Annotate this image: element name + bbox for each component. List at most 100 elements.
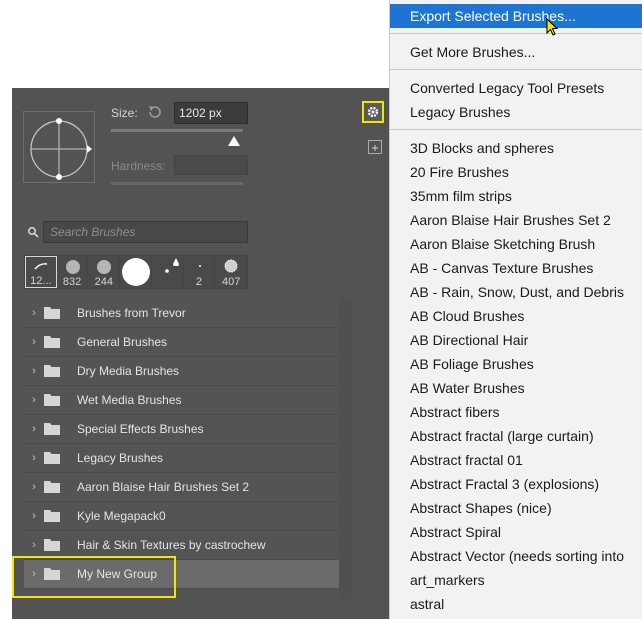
menu-item[interactable]: 20 Fire Brushes: [390, 160, 642, 184]
menu-item[interactable]: AB - Canvas Texture Brushes: [390, 256, 642, 280]
menu-item[interactable]: Abstract fibers: [390, 400, 642, 424]
reset-size-icon[interactable]: [146, 103, 164, 126]
menu-item[interactable]: AB Cloud Brushes: [390, 304, 642, 328]
brush-group-name: Wet Media Brushes: [77, 393, 182, 407]
preset-label: 2: [195, 276, 203, 288]
menu-item[interactable]: Converted Legacy Tool Presets: [390, 76, 642, 100]
folder-icon: [44, 509, 66, 523]
chevron-right-icon[interactable]: ›: [24, 394, 44, 406]
chevron-right-icon[interactable]: ›: [24, 452, 44, 464]
brush-group-row[interactable]: › General Brushes: [24, 328, 339, 357]
small-drop-icon: [172, 258, 179, 266]
brush-group-row[interactable]: › Legacy Brushes: [24, 444, 339, 473]
menu-separator: [390, 33, 642, 34]
folder-icon: [44, 364, 66, 378]
preset-brush-2[interactable]: 832: [57, 256, 89, 288]
menu-item[interactable]: Abstract fractal (large curtain): [390, 424, 642, 448]
hardness-slider-track[interactable]: [111, 182, 243, 185]
brush-group-name: Aaron Blaise Hair Brushes Set 2: [77, 480, 250, 494]
soft-round-brush-icon: [65, 260, 80, 274]
brush-stroke-icon: [34, 263, 48, 270]
menu-item[interactable]: Aaron Blaise Hair Brushes Set 2: [390, 208, 642, 232]
size-label: Size:: [111, 106, 138, 120]
folder-icon: [44, 393, 66, 407]
menu-separator: [390, 129, 642, 130]
menu-item[interactable]: Abstract Shapes (nice): [390, 496, 642, 520]
recent-brushes-row: 12... 832 244 2 407: [24, 255, 248, 289]
preset-brush-7[interactable]: 407: [215, 256, 247, 288]
menu-item[interactable]: astral: [390, 592, 642, 616]
brush-group-name: Special Effects Brushes: [77, 422, 204, 436]
menu-item[interactable]: art_markers: [390, 568, 642, 592]
folder-icon: [44, 422, 66, 436]
preset-label: 12...: [30, 275, 52, 287]
menu-item[interactable]: AB Directional Hair: [390, 328, 642, 352]
chevron-right-icon[interactable]: ›: [24, 481, 44, 493]
folder-icon: [44, 480, 66, 494]
size-input[interactable]: 1202 px: [174, 102, 248, 124]
folder-icon: [44, 451, 66, 465]
preset-brush-6[interactable]: 2: [184, 256, 216, 288]
menu-item[interactable]: Abstract Vector (needs sorting into: [390, 544, 642, 568]
chevron-right-icon[interactable]: ›: [24, 365, 44, 377]
brush-group-row[interactable]: › Kyle Megapack0: [24, 502, 339, 531]
brush-angle-preview[interactable]: [23, 111, 95, 183]
hardness-input[interactable]: [174, 155, 248, 175]
brush-group-name: Hair & Skin Textures by castrochew: [77, 538, 266, 552]
chevron-right-icon[interactable]: ›: [24, 423, 44, 435]
brush-group-row[interactable]: › Aaron Blaise Hair Brushes Set 2: [24, 473, 339, 502]
search-brushes-input[interactable]: Search Brushes: [43, 221, 248, 243]
preset-brush-1[interactable]: 12...: [25, 256, 57, 288]
menu-item[interactable]: AB - Rain, Snow, Dust, and Debris: [390, 280, 642, 304]
preset-label: 244: [94, 276, 113, 288]
folder-icon: [44, 306, 66, 320]
brush-preset-panel: Size: 1202 px Hardness: Search Brushes 1…: [12, 88, 389, 619]
mouse-cursor-icon: [546, 18, 559, 36]
menu-item[interactable]: Abstract fractal 01: [390, 448, 642, 472]
search-icon: [27, 225, 39, 243]
chevron-right-icon[interactable]: ›: [24, 510, 44, 522]
preset-label: 407: [221, 276, 241, 288]
preset-brush-5[interactable]: [152, 256, 184, 288]
brush-list-scrollbar[interactable]: [339, 299, 353, 599]
size-slider-thumb[interactable]: [228, 133, 240, 151]
plus-icon: [372, 145, 378, 151]
hardness-label: Hardness:: [111, 159, 166, 173]
menu-separator: [390, 69, 642, 70]
brush-group-row[interactable]: › Special Effects Brushes: [24, 415, 339, 444]
chevron-right-icon[interactable]: ›: [24, 539, 44, 551]
menu-item[interactable]: Export Selected Brushes...: [390, 4, 642, 28]
menu-item[interactable]: Abstract Spiral: [390, 520, 642, 544]
brush-group-name: Legacy Brushes: [77, 451, 164, 465]
brush-group-row[interactable]: › Dry Media Brushes: [24, 357, 339, 386]
preset-brush-3[interactable]: 244: [88, 256, 121, 288]
size-slider-track[interactable]: [111, 129, 243, 132]
callout-highlight-box: [12, 556, 176, 598]
folder-icon: [44, 538, 66, 552]
tiny-dot-brush-icon: [198, 265, 201, 267]
menu-item[interactable]: Legacy Brushes: [390, 100, 642, 124]
brush-group-list: › Brushes from Trevor › General Brushes › Dry…: [24, 299, 339, 599]
soft-round-brush-icon: [97, 260, 112, 274]
new-brush-button[interactable]: [368, 140, 382, 154]
preset-brush-4[interactable]: [120, 256, 152, 288]
menu-item[interactable]: Abstract Fractal 3 (explosions): [390, 472, 642, 496]
chevron-right-icon[interactable]: ›: [24, 336, 44, 348]
panel-settings-gear-button[interactable]: [362, 101, 384, 123]
chevron-right-icon[interactable]: ›: [24, 307, 44, 319]
menu-item[interactable]: 3D Blocks and spheres: [390, 136, 642, 160]
menu-item[interactable]: AB Foliage Brushes: [390, 352, 642, 376]
textured-round-brush-icon: [224, 259, 238, 273]
menu-item[interactable]: Get More Brushes...: [390, 40, 642, 64]
brush-group-row[interactable]: › Wet Media Brushes: [24, 386, 339, 415]
brush-group-row[interactable]: › Brushes from Trevor: [24, 299, 339, 328]
menu-item[interactable]: Aaron Blaise Sketching Brush: [390, 232, 642, 256]
hard-round-brush-icon: [122, 258, 151, 286]
brush-angle-icon: [30, 118, 92, 180]
brush-group-name: Brushes from Trevor: [77, 306, 186, 320]
menu-item[interactable]: 35mm film strips: [390, 184, 642, 208]
brush-group-name: Dry Media Brushes: [77, 364, 180, 378]
menu-item[interactable]: AB Water Brushes: [390, 376, 642, 400]
preset-label: 832: [62, 276, 82, 288]
gear-icon: [367, 106, 379, 118]
